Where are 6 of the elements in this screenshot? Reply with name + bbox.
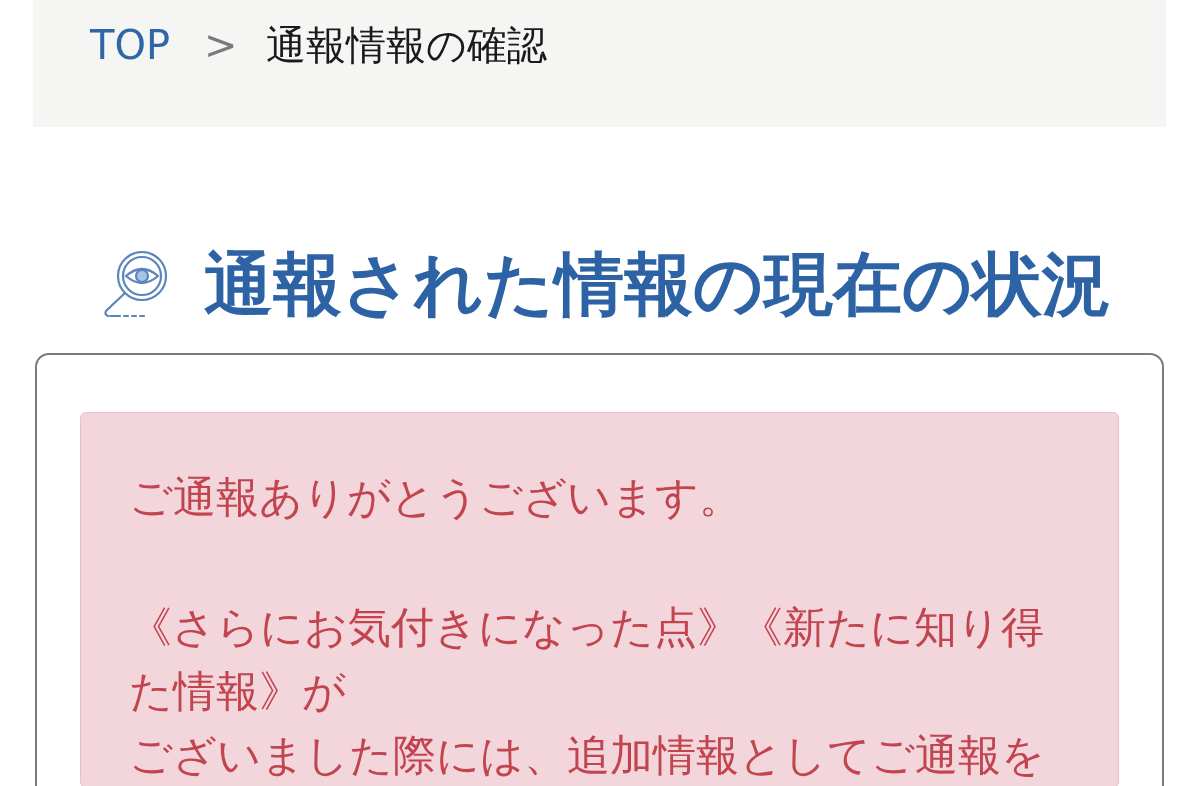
page-heading: 通報された情報の現在の状況 — [204, 249, 1111, 319]
breadcrumb-separator: > — [204, 21, 238, 70]
notice-text: ご通報ありがとうございます。 — [129, 471, 743, 524]
breadcrumb-link[interactable]: TOP — [90, 18, 171, 72]
notice-text: 《さらにお気付きになった点》《新たに知り得 た情報》が ございました際には、追加情報としてご通報を — [129, 601, 1046, 782]
breadcrumb-current: 通報情報の確認 — [265, 21, 547, 70]
